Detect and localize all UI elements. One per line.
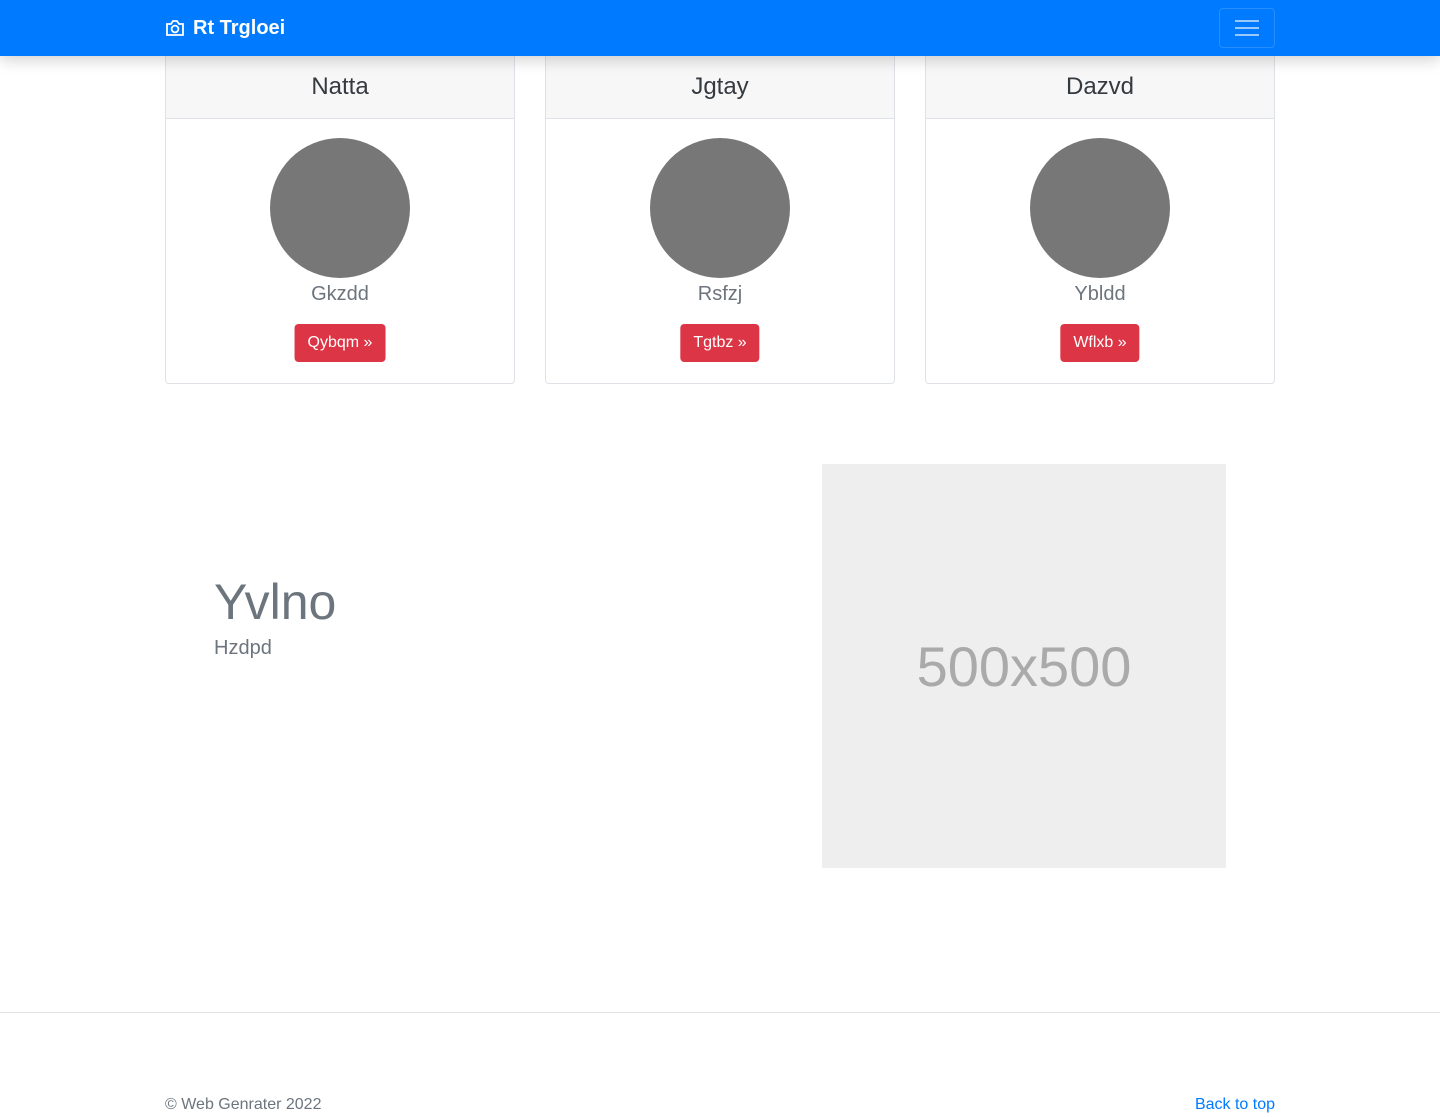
placeholder-image: 500x500	[822, 464, 1226, 868]
hamburger-menu-icon	[1235, 20, 1259, 36]
profile-card: Jgtay Rsfzj Tgtbz »	[545, 56, 895, 384]
profile-card: Natta Gkzdd Qybqm »	[165, 56, 515, 384]
back-to-top-link[interactable]: Back to top	[1195, 1096, 1275, 1114]
brand-label: Rt Trgloei	[193, 16, 286, 39]
feature-subheading: Hzdpd	[214, 637, 272, 659]
navbar: Rt Trgloei	[0, 0, 1440, 56]
camera-icon	[166, 20, 184, 36]
avatar	[650, 138, 790, 278]
placeholder-image-label: 500x500	[916, 634, 1132, 698]
card-name: Gkzdd	[311, 283, 369, 305]
card-name: Ybldd	[1074, 283, 1126, 305]
avatar	[270, 138, 410, 278]
card-action-button[interactable]: Tgtbz »	[680, 324, 760, 362]
navbar-toggler-button[interactable]	[1219, 8, 1275, 48]
profile-card: Dazvd Ybldd Wflxb »	[925, 56, 1275, 384]
card-name: Rsfzj	[697, 283, 743, 305]
avatar	[1030, 138, 1170, 278]
card-title: Jgtay	[546, 56, 894, 119]
card-title: Dazvd	[926, 56, 1274, 119]
card-action-button[interactable]: Wflxb »	[1060, 324, 1140, 362]
card-title: Natta	[166, 56, 514, 119]
card-action-button[interactable]: Qybqm »	[294, 324, 386, 362]
brand-link[interactable]: Rt Trgloei	[165, 0, 285, 56]
feature-heading: Yvlno	[214, 574, 337, 630]
footer-divider	[0, 1012, 1440, 1013]
copyright-text: © Web Genrater 2022	[165, 1096, 322, 1113]
